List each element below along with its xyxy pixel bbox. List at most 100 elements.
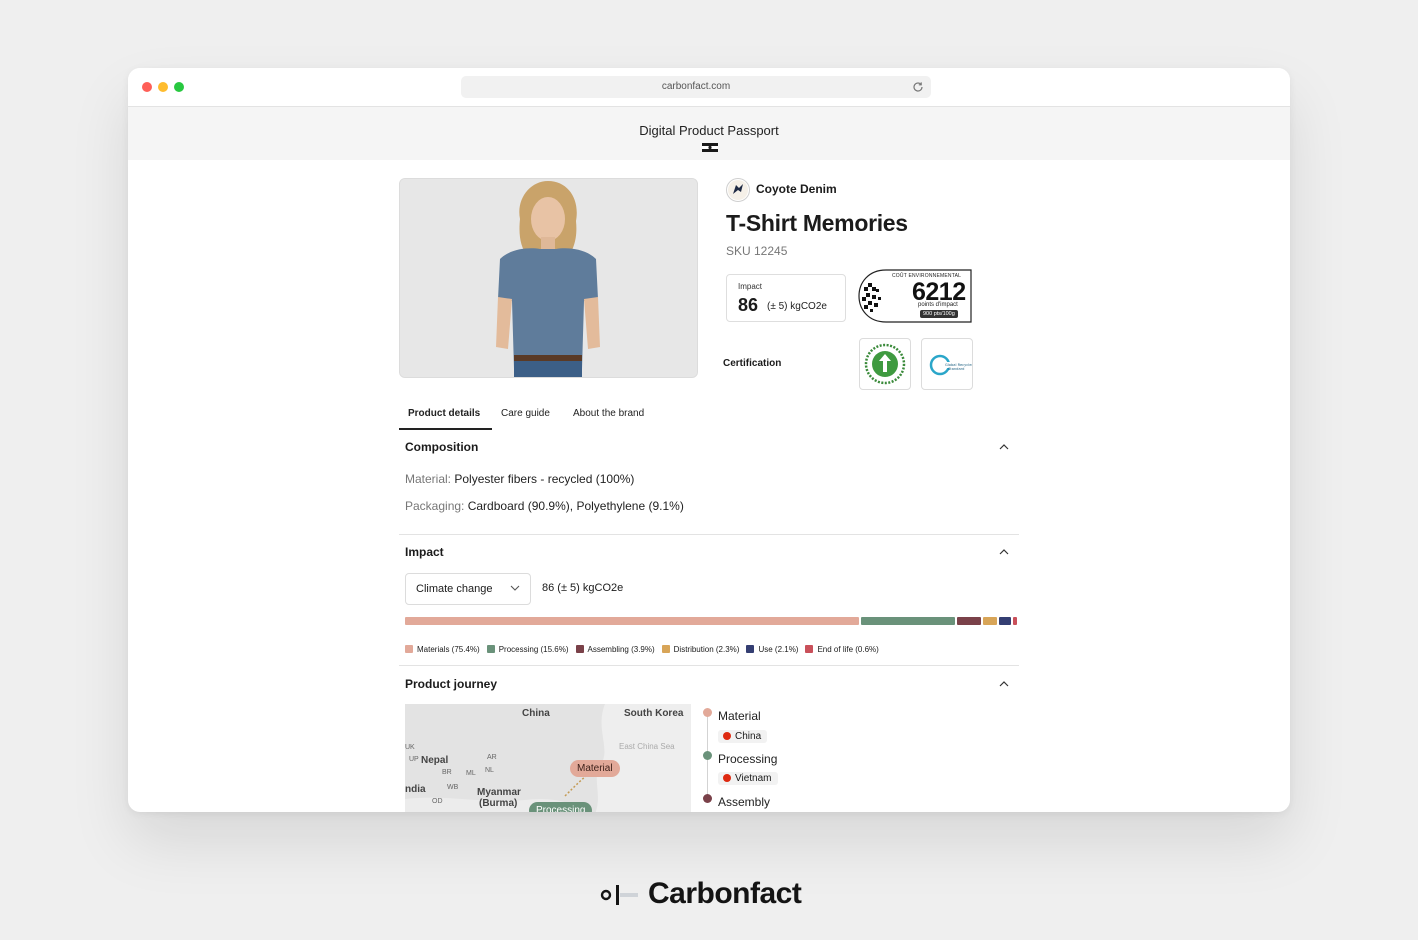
map-label-burma: (Burma)	[479, 798, 518, 809]
map-label-nl: NL	[485, 767, 494, 774]
map-label-wb: WB	[447, 784, 459, 791]
journey-stage-assembly: Assembly	[718, 795, 771, 809]
map-label-uk: UK	[405, 744, 415, 751]
map-label-ml: ML	[466, 770, 476, 777]
passport-flag-icon	[702, 143, 718, 152]
active-tab-indicator	[399, 428, 492, 430]
legend-swatch	[661, 645, 670, 653]
carbonfact-wordmark: Carbonfact	[648, 877, 802, 910]
impact-total: 86 (± 5) kgCO2e	[542, 582, 624, 594]
impact-card-label: Impact	[738, 282, 763, 291]
journey-title[interactable]: Product journey	[405, 677, 497, 691]
legend-item: Processing (15.6%)	[486, 645, 569, 654]
journey-country-label: China	[735, 731, 762, 742]
legend-swatch	[405, 645, 413, 653]
tab-product-details[interactable]: Product details	[408, 408, 480, 419]
map-label-china: China	[522, 708, 550, 719]
impact-bar-segment[interactable]	[982, 617, 997, 625]
tab-about-the-brand[interactable]: About the brand	[573, 408, 644, 419]
map-pin-processing[interactable]: Processing	[529, 802, 593, 812]
tab-care-guide[interactable]: Care guide	[501, 408, 550, 419]
product-image	[399, 178, 698, 378]
gots-certification-icon	[864, 343, 906, 385]
composition-packaging: Packaging: Cardboard (90.9%), Polyethyle…	[405, 499, 684, 513]
impact-bar-segment[interactable]	[861, 617, 956, 625]
legend-swatch	[805, 645, 814, 653]
eco-badge-pill: 900 pts/100g	[920, 310, 958, 318]
address-bar[interactable]: carbonfact.com	[461, 76, 931, 98]
eco-badge-subtitle: points d'impact	[918, 302, 958, 308]
gots-certification[interactable]	[859, 338, 911, 390]
legend-item: End of life (0.6%)	[805, 645, 879, 654]
reload-icon[interactable]	[911, 80, 925, 94]
impact-breakdown-bar	[405, 617, 1018, 625]
url-text: carbonfact.com	[661, 81, 731, 92]
legend-item: Materials (75.4%)	[405, 645, 480, 654]
chevron-up-icon[interactable]	[999, 444, 1009, 450]
legend-label: Materials (75.4%)	[417, 645, 480, 654]
composition-material: Material: Polyester fibers - recycled (1…	[405, 472, 634, 486]
browser-toolbar: carbonfact.com	[128, 68, 1290, 107]
map-label-od: OD	[432, 798, 443, 805]
carbonfact-mark-icon	[600, 885, 638, 905]
legend-label: Distribution (2.3%)	[673, 645, 740, 654]
legend-label: End of life (0.6%)	[817, 645, 879, 654]
legend-swatch	[486, 645, 495, 653]
chevron-up-icon[interactable]	[999, 549, 1009, 555]
maximize-window-button[interactable]	[174, 82, 184, 92]
impact-legend: Materials (75.4%) Processing (15.6%) Assem…	[405, 645, 886, 654]
map-label-ar: AR	[487, 754, 497, 761]
environmental-cost-badge: COÛT ENVIRONNEMENTAL 6212 points d'impac…	[858, 269, 972, 323]
legend-item: Use (2.1%)	[746, 645, 798, 654]
material-key: Material:	[405, 472, 452, 486]
journey-dot-assembly	[703, 794, 712, 803]
packaging-value: Cardboard (90.9%), Polyethylene (9.1%)	[467, 499, 684, 513]
map-label-india: ndia	[405, 784, 426, 795]
vietnam-flag-icon	[723, 774, 731, 782]
brand-logo-icon	[726, 178, 750, 202]
impact-card-unit: (± 5) kgCO2e	[767, 301, 827, 312]
chevron-up-icon[interactable]	[999, 681, 1009, 687]
carbonfact-logo: Carbonfact	[598, 875, 858, 915]
packaging-key: Packaging:	[405, 499, 465, 513]
impact-bar-segment[interactable]	[405, 617, 860, 625]
journey-country-china: China	[718, 730, 768, 743]
china-flag-icon	[723, 732, 731, 740]
map-label-sea: East China Sea	[619, 742, 675, 751]
impact-metric-select[interactable]: Climate change	[405, 573, 531, 605]
map-label-south-korea: South Korea	[624, 708, 684, 719]
impact-bar-segment[interactable]	[1013, 617, 1018, 625]
grs-certification[interactable]: Global Recycled Standard	[921, 338, 974, 390]
impact-card-value: 86	[738, 295, 759, 315]
brand-name[interactable]: Coyote Denim	[756, 182, 837, 196]
grs-certification-icon: Global Recycled Standard	[929, 354, 974, 376]
certification-label: Certification	[723, 358, 782, 369]
legend-swatch	[575, 645, 584, 653]
page-title: Digital Product Passport	[639, 123, 779, 138]
minimize-window-button[interactable]	[158, 82, 168, 92]
close-window-button[interactable]	[142, 82, 152, 92]
section-divider	[399, 534, 1019, 535]
journey-country-vietnam: Vietnam	[718, 772, 778, 785]
map-label-nepal: Nepal	[421, 755, 449, 766]
impact-metric-value: Climate change	[416, 583, 493, 595]
journey-map[interactable]: China South Korea East China Sea UK UP N…	[405, 704, 691, 812]
journey-country-label: Vietnam	[735, 773, 772, 784]
page-header: Digital Product Passport	[128, 107, 1290, 160]
map-pin-material[interactable]: Material	[570, 760, 620, 777]
map-label-up: UP	[409, 756, 419, 763]
composition-title[interactable]: Composition	[405, 440, 478, 454]
impact-bar-segment[interactable]	[998, 617, 1012, 625]
journey-dot-processing	[703, 751, 712, 760]
journey-dot-material	[703, 708, 712, 717]
section-divider	[399, 665, 1019, 666]
legend-swatch	[746, 645, 755, 653]
legend-label: Use (2.1%)	[758, 645, 799, 654]
journey-stage-processing: Processing	[718, 752, 778, 766]
chevron-down-icon	[510, 585, 520, 591]
impact-card: Impact 86 (± 5) kgCO2e	[726, 274, 846, 322]
journey-stage-material: Material	[718, 709, 761, 723]
map-label-br: BR	[442, 769, 452, 776]
impact-section-title[interactable]: Impact	[405, 545, 444, 559]
impact-bar-segment[interactable]	[957, 617, 981, 625]
